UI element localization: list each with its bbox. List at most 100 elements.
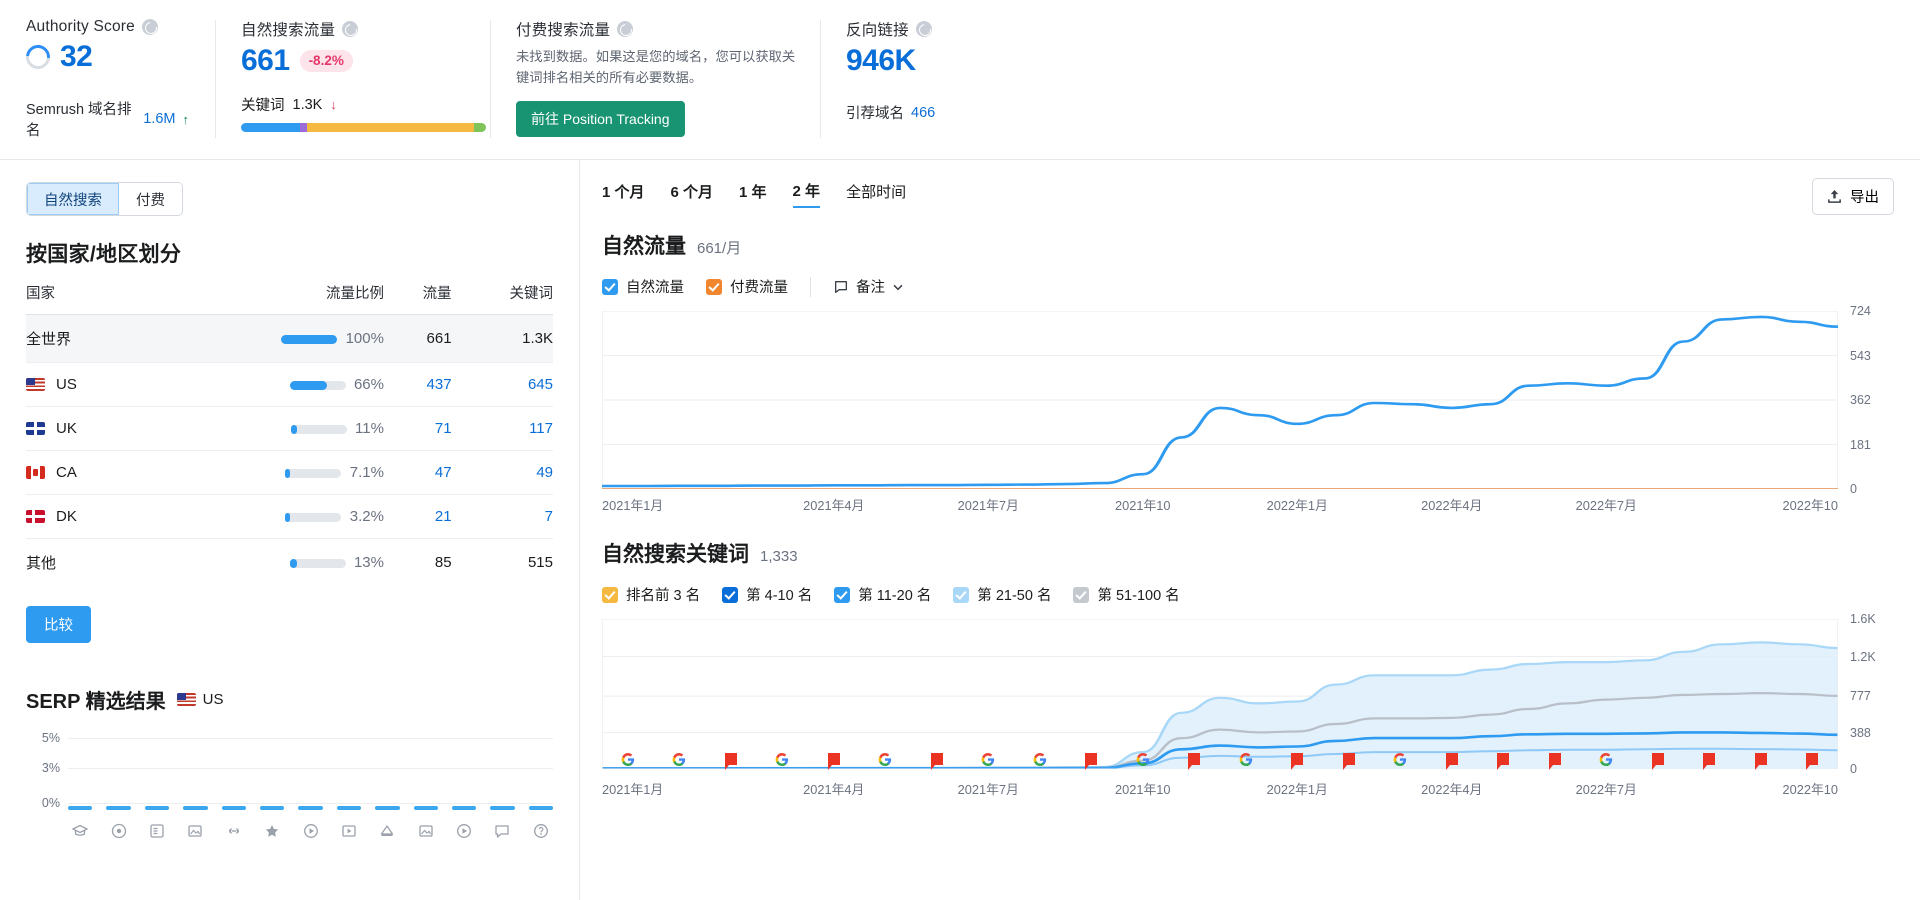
keywords-value[interactable]: 1.3K: [293, 97, 323, 113]
cell-keywords[interactable]: 49: [452, 451, 553, 495]
serp-country[interactable]: US: [177, 691, 224, 708]
top-stories-icon[interactable]: [375, 822, 399, 840]
google-update-icon[interactable]: [1136, 753, 1149, 771]
traffic-type-segmented-control[interactable]: 自然搜索付费: [26, 182, 183, 216]
cell-traffic[interactable]: 21: [384, 495, 452, 539]
cell-keywords[interactable]: 7: [452, 495, 553, 539]
google-update-icon[interactable]: [1033, 753, 1046, 771]
google-update-icon[interactable]: [776, 753, 789, 771]
legend-checkbox[interactable]: [602, 587, 618, 603]
featured-video-icon[interactable]: [337, 822, 361, 840]
related-links-icon[interactable]: [222, 822, 246, 840]
images-icon[interactable]: [414, 822, 438, 840]
legend-checkbox[interactable]: [953, 587, 969, 603]
country-label: CA: [56, 464, 77, 481]
local-pack-icon[interactable]: [106, 822, 130, 840]
featured-snippet-icon[interactable]: [68, 822, 92, 840]
algorithm-update-flag-icon[interactable]: [725, 753, 737, 765]
algorithm-update-flag-icon[interactable]: [1446, 753, 1458, 765]
algorithm-update-flag-icon[interactable]: [1291, 753, 1303, 765]
range-tab-2[interactable]: 1 年: [739, 181, 767, 207]
video-icon[interactable]: [298, 822, 322, 840]
legend-checkbox[interactable]: [722, 587, 738, 603]
info-icon[interactable]: [142, 19, 158, 35]
google-update-icon[interactable]: [1394, 753, 1407, 771]
organic-traffic-value[interactable]: 661: [241, 46, 290, 76]
google-update-icon[interactable]: [982, 753, 995, 771]
keywords-chart-title: 自然搜索关键词: [602, 538, 749, 568]
info-icon[interactable]: [617, 21, 633, 37]
legend-checkbox[interactable]: [1073, 587, 1089, 603]
faq-icon[interactable]: [490, 822, 514, 840]
algorithm-update-flag-icon[interactable]: [1755, 753, 1767, 765]
algorithm-update-flag-icon[interactable]: [828, 753, 840, 765]
organic-traffic-value-row: 661 -8.2%: [241, 46, 464, 76]
export-button[interactable]: 导出: [1812, 178, 1894, 215]
table-row[interactable]: DK 3.2%217: [26, 495, 553, 539]
legend-item-2[interactable]: 第 11-20 名: [834, 584, 931, 605]
google-update-icon[interactable]: [621, 753, 634, 771]
table-row[interactable]: 全世界 100%6611.3K: [26, 315, 553, 363]
metrics-header: Authority Score 32 Semrush 域名排名 1.6M ↑ 自…: [0, 0, 1920, 160]
cell-traffic[interactable]: 47: [384, 451, 452, 495]
legend-item-4[interactable]: 第 51-100 名: [1073, 584, 1179, 605]
compare-button[interactable]: 比较: [26, 606, 91, 643]
traffic-share-value: 13%: [354, 554, 384, 571]
legend-item-0[interactable]: 排名前 3 名: [602, 584, 700, 605]
site-links-icon[interactable]: [145, 822, 169, 840]
image-pack-icon[interactable]: [183, 822, 207, 840]
google-update-icon[interactable]: [673, 753, 686, 771]
questions-icon[interactable]: [529, 822, 553, 840]
algorithm-update-flag-icon[interactable]: [1188, 753, 1200, 765]
legend-checkbox[interactable]: [602, 279, 618, 295]
legend-checkbox[interactable]: [706, 279, 722, 295]
table-row[interactable]: CA 7.1%4749: [26, 451, 553, 495]
left-panel: 自然搜索付费 按国家/地区划分 国家 流量比例 流量 关键词 全世界 100%6…: [0, 160, 580, 900]
date-range-tabs[interactable]: 1 个月 6 个月 1 年 2 年全部时间: [602, 180, 1894, 208]
google-update-icon[interactable]: [879, 753, 892, 771]
cell-traffic[interactable]: 437: [384, 363, 452, 407]
algorithm-update-flag-icon[interactable]: [1806, 753, 1818, 765]
info-icon[interactable]: [916, 21, 932, 37]
legend-item-3[interactable]: 第 21-50 名: [953, 584, 1051, 605]
range-tab-4[interactable]: 全部时间: [846, 181, 906, 207]
referring-domains-value[interactable]: 466: [911, 105, 935, 121]
legend-item-1[interactable]: 第 4-10 名: [722, 584, 812, 605]
serp-y-tick: 5%: [42, 731, 60, 745]
algorithm-update-flag-icon[interactable]: [1497, 753, 1509, 765]
reviews-icon[interactable]: [260, 822, 284, 840]
algorithm-update-flag-icon[interactable]: [931, 753, 943, 765]
carousel-icon[interactable]: [452, 822, 476, 840]
segment-paid[interactable]: 付费: [119, 183, 182, 215]
legend-item-0[interactable]: 自然流量: [602, 276, 684, 297]
cell-keywords[interactable]: 117: [452, 407, 553, 451]
keywords-chart-x-axis: 2021年1月2021年4月2021年7月2021年102022年1月2022年…: [602, 779, 1894, 798]
table-row[interactable]: UK 11%71117: [26, 407, 553, 451]
algorithm-update-flag-icon[interactable]: [1085, 753, 1097, 765]
backlinks-label: 反向链接: [846, 18, 909, 40]
info-icon[interactable]: [342, 21, 358, 37]
range-tab-1[interactable]: 6 个月: [671, 181, 714, 207]
legend-item-1[interactable]: 付费流量: [706, 276, 788, 297]
range-tab-0[interactable]: 1 个月: [602, 181, 645, 207]
domain-rank-value[interactable]: 1.6M: [143, 111, 175, 127]
algorithm-update-flag-icon[interactable]: [1703, 753, 1715, 765]
algorithm-update-flag-icon[interactable]: [1549, 753, 1561, 765]
cell-country: UK: [26, 407, 145, 451]
notes-dropdown[interactable]: 备注: [833, 276, 904, 297]
position-tracking-button[interactable]: 前往 Position Tracking: [516, 101, 685, 137]
table-row[interactable]: US 66%437645: [26, 363, 553, 407]
cell-traffic[interactable]: 71: [384, 407, 452, 451]
table-row[interactable]: 其他 13%85515: [26, 539, 553, 587]
algorithm-update-flag-icon[interactable]: [1343, 753, 1355, 765]
google-update-icon[interactable]: [1239, 753, 1252, 771]
legend-checkbox[interactable]: [834, 587, 850, 603]
algorithm-update-flag-icon[interactable]: [1652, 753, 1664, 765]
segment-organic[interactable]: 自然搜索: [27, 183, 119, 215]
cell-keywords[interactable]: 645: [452, 363, 553, 407]
x-tick: 2021年10: [1066, 779, 1221, 798]
x-tick: 2022年10: [1684, 779, 1839, 798]
backlinks-value[interactable]: 946K: [846, 46, 916, 76]
range-tab-3[interactable]: 2 年: [793, 180, 821, 208]
google-update-icon[interactable]: [1600, 753, 1613, 771]
